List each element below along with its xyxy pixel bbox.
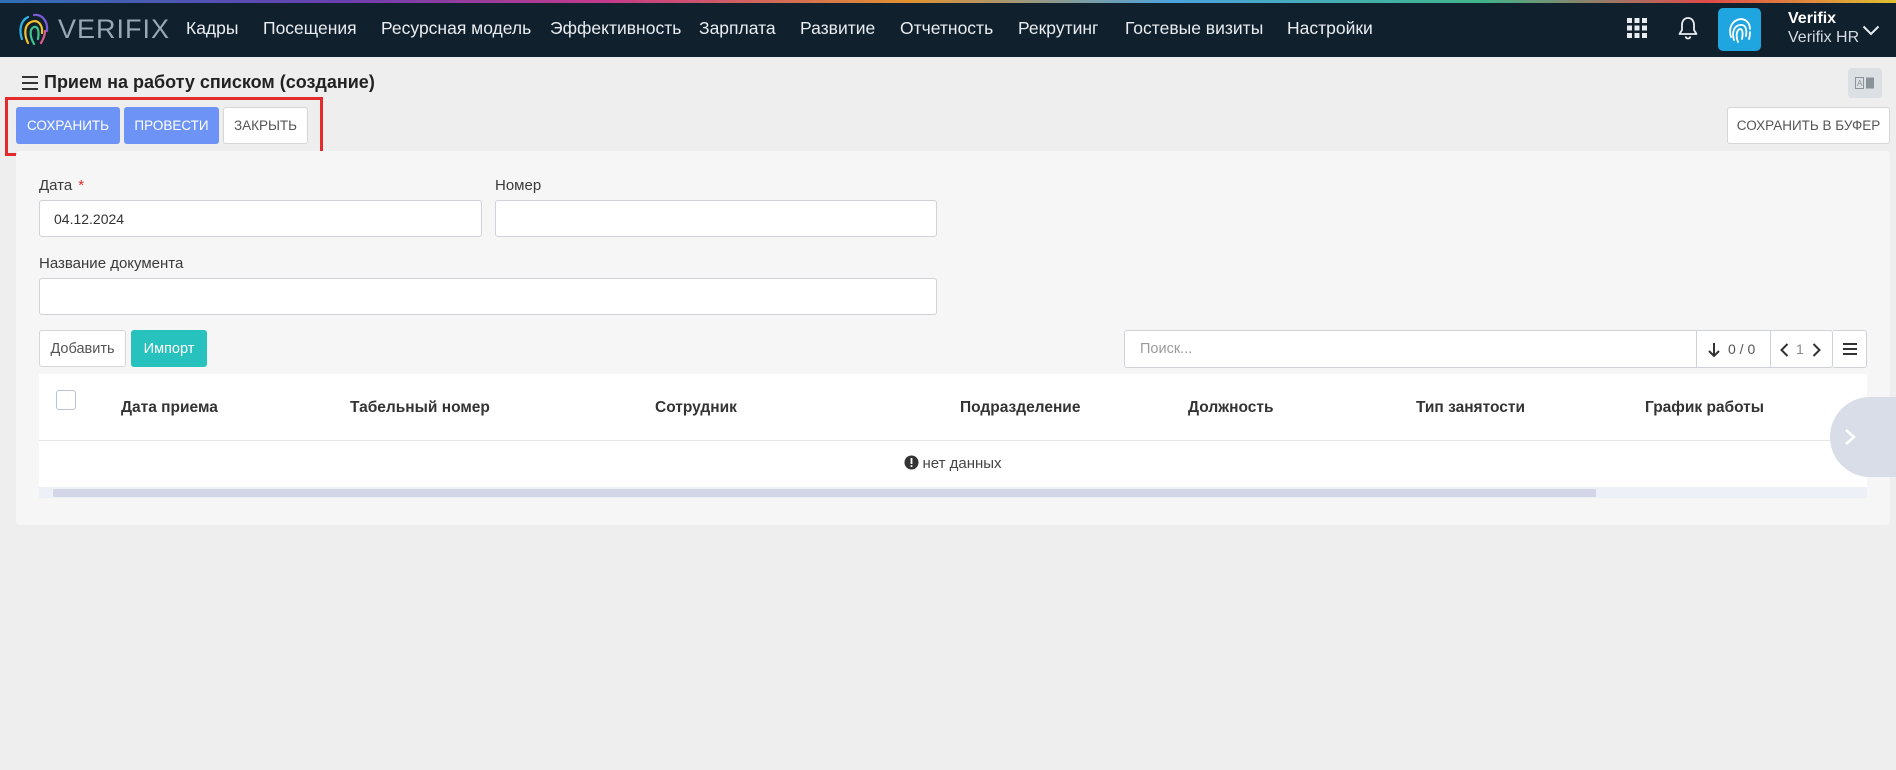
translate-button[interactable]: A bbox=[1848, 68, 1882, 98]
menu-item-effectiveness[interactable]: Эффективность bbox=[550, 18, 681, 39]
user-avatar[interactable] bbox=[1718, 8, 1761, 51]
menu-item-salary[interactable]: Зарплата bbox=[699, 18, 776, 39]
list-menu-icon bbox=[1842, 343, 1857, 355]
menu-item-reports[interactable]: Отчетность bbox=[900, 18, 993, 39]
page-title: Прием на работу списком (создание) bbox=[44, 72, 375, 92]
apps-grid-icon[interactable] bbox=[1626, 17, 1648, 39]
bell-icon[interactable] bbox=[1677, 16, 1699, 40]
number-label: Номер bbox=[495, 177, 542, 194]
top-navbar: VERIFIX Кадры Посещения Ресурсная модель… bbox=[0, 0, 1896, 57]
exclamation-circle-icon bbox=[904, 455, 919, 470]
fingerprint-logo-icon[interactable] bbox=[14, 9, 54, 49]
menu-item-guest-visits[interactable]: Гостевые визиты bbox=[1125, 18, 1263, 39]
table-header: Дата приема Табельный номер Сотрудник По… bbox=[39, 374, 1867, 440]
menu-item-settings[interactable]: Настройки bbox=[1287, 18, 1373, 39]
page-header: Прием на работу списком (создание) bbox=[22, 72, 375, 93]
grid-menu-button[interactable] bbox=[1833, 330, 1867, 368]
grid-search-box: 0 / 0 1 bbox=[1124, 330, 1833, 368]
table-body: нет данных bbox=[39, 440, 1867, 487]
menu-item-poseshcheniya[interactable]: Посещения bbox=[263, 18, 357, 39]
chevron-left-icon[interactable] bbox=[1780, 343, 1789, 357]
svg-text:A: A bbox=[1857, 79, 1863, 88]
scrollbar-thumb[interactable] bbox=[53, 489, 1596, 497]
menu-hamburger-icon[interactable] bbox=[22, 75, 38, 90]
translate-icon: A bbox=[1855, 77, 1874, 89]
column-header-department[interactable]: Подразделение bbox=[960, 399, 1080, 417]
accent-stripe bbox=[0, 0, 1896, 3]
highlight-frame bbox=[5, 97, 323, 156]
chevron-right-icon bbox=[1845, 429, 1856, 445]
user-name[interactable]: Verifix bbox=[1788, 10, 1836, 28]
record-count: 0 / 0 bbox=[1728, 341, 1756, 357]
horizontal-scrollbar[interactable] bbox=[39, 487, 1867, 498]
menu-item-development[interactable]: Развитие bbox=[800, 18, 875, 39]
save-to-buffer-button[interactable]: СОХРАНИТЬ В БУФЕР bbox=[1727, 107, 1890, 144]
select-all-checkbox[interactable] bbox=[56, 390, 76, 410]
menu-item-resource-model[interactable]: Ресурсная модель bbox=[381, 18, 531, 39]
date-field[interactable]: 04.12.2024 bbox=[39, 200, 482, 237]
column-header-employee[interactable]: Сотрудник bbox=[655, 399, 737, 417]
number-field[interactable] bbox=[495, 200, 937, 237]
required-marker: * bbox=[78, 177, 85, 194]
divider bbox=[1696, 331, 1697, 367]
document-name-label: Название документа bbox=[39, 255, 184, 272]
chevron-down-icon[interactable] bbox=[1862, 25, 1880, 36]
column-header-hire-date[interactable]: Дата приема bbox=[121, 399, 218, 417]
chevron-right-icon[interactable] bbox=[1812, 343, 1821, 357]
search-input[interactable] bbox=[1125, 331, 1696, 367]
brand-name: VERIFIX bbox=[58, 14, 171, 44]
arrow-down-icon[interactable] bbox=[1707, 342, 1721, 358]
empty-state: нет данных bbox=[39, 455, 1867, 472]
divider bbox=[1770, 331, 1771, 367]
user-company[interactable]: Verifix HR bbox=[1788, 29, 1859, 47]
date-label-text: Дата bbox=[39, 177, 73, 194]
document-name-field[interactable] bbox=[39, 278, 937, 315]
empty-state-text: нет данных bbox=[922, 455, 1002, 472]
page-number: 1 bbox=[1796, 341, 1804, 357]
column-header-work-schedule[interactable]: График работы bbox=[1645, 399, 1764, 417]
menu-item-recruiting[interactable]: Рекрутинг bbox=[1018, 18, 1098, 39]
column-header-employment-type[interactable]: Тип занятости bbox=[1416, 399, 1525, 417]
date-label: Дата * bbox=[39, 177, 84, 194]
import-button[interactable]: Импорт bbox=[131, 330, 207, 367]
fingerprint-icon bbox=[1728, 17, 1751, 43]
menu-item-kadry[interactable]: Кадры bbox=[186, 18, 238, 39]
add-row-button[interactable]: Добавить bbox=[39, 330, 126, 367]
column-header-position[interactable]: Должность bbox=[1188, 399, 1274, 417]
column-header-personnel-number[interactable]: Табельный номер bbox=[350, 399, 490, 417]
